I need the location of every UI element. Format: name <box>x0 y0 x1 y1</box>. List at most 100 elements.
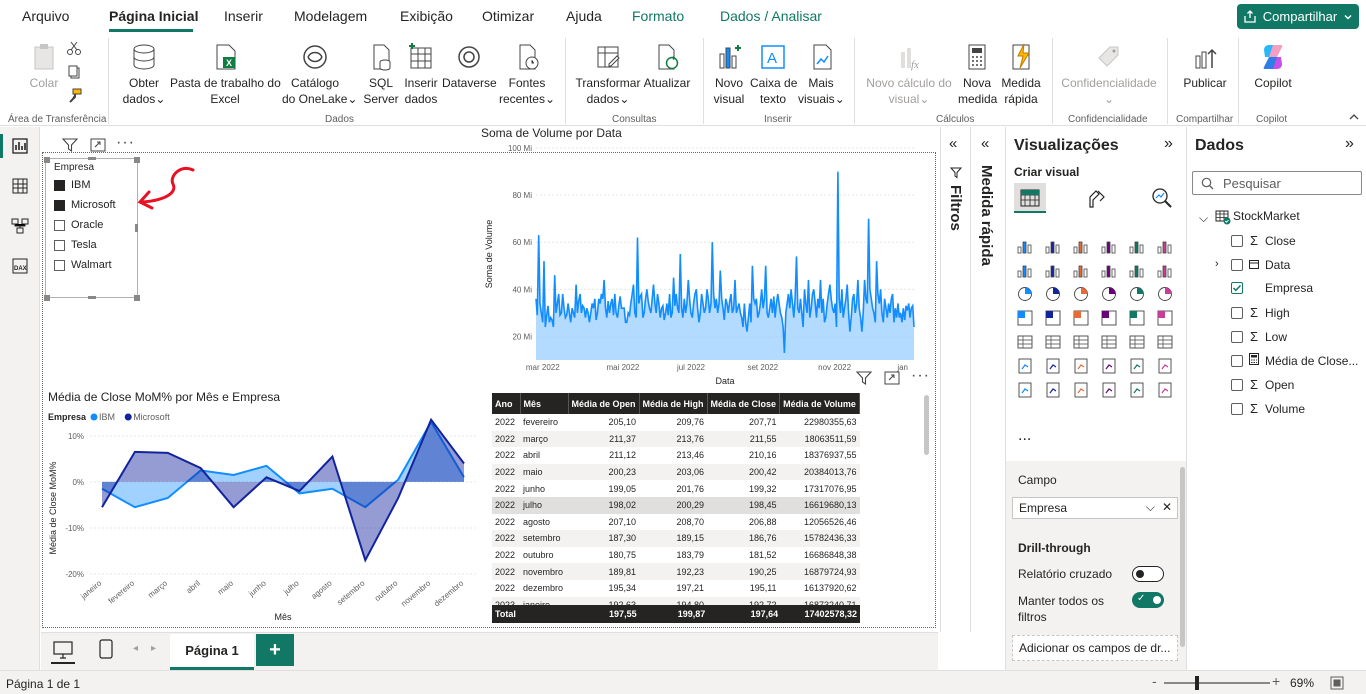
build-visual-tab[interactable] <box>1014 183 1046 213</box>
checkbox[interactable] <box>1231 282 1243 294</box>
column-header[interactable]: Média de Volume <box>779 393 860 414</box>
column-header[interactable]: Média de High <box>639 393 708 414</box>
copilot-button[interactable]: Copilot <box>1250 42 1296 91</box>
field-média-de-close[interactable]: Média de Close... <box>1231 353 1358 368</box>
resize-handle[interactable] <box>134 295 140 301</box>
quick-measure-pane-collapsed[interactable]: « Medida rápida <box>970 127 1005 632</box>
donut-icon[interactable] <box>1156 285 1174 303</box>
more-visuals-button[interactable]: Mais visuais⌄ <box>798 42 845 107</box>
card-icon[interactable] <box>1156 309 1174 327</box>
new-measure-button[interactable]: Nova medida <box>958 42 997 107</box>
excel-workbook-button[interactable]: X Pasta de trabalho do Excel <box>170 42 281 107</box>
paste-button[interactable]: Colar <box>28 42 60 91</box>
table-row[interactable]: 2022 fevereiro 205,10 209,76 207,71 22980355,… <box>492 414 860 431</box>
table-row[interactable]: 2022 maio 200,23 203,06 200,42 20384013,76 <box>492 463 860 481</box>
expand-quick-measure-icon[interactable]: « <box>981 135 989 152</box>
refresh-button[interactable]: Atualizar <box>642 42 692 91</box>
chevron-down-icon[interactable]: ⌵ <box>1146 500 1155 515</box>
filter-icon[interactable] <box>856 371 872 385</box>
slicer-item-walmart[interactable]: Walmart <box>54 259 112 271</box>
resize-handle[interactable] <box>135 224 138 232</box>
stacked-bar-icon[interactable] <box>1016 237 1034 255</box>
column-header[interactable]: Média de Close <box>707 393 781 414</box>
sensitivity-button[interactable]: Confidencialidade ⌄ <box>1060 42 1158 107</box>
format-visual-icon[interactable] <box>1086 187 1108 209</box>
mom-area-chart[interactable]: Empresa IBM Microsoft 10% 0% -10% -20%janeiro f… <box>44 406 484 628</box>
slicer-item-microsoft[interactable]: Microsoft <box>54 199 116 211</box>
zoom-slider-thumb[interactable] <box>1195 676 1199 690</box>
more-options-icon[interactable]: ··· <box>116 134 135 152</box>
new-visual-button[interactable]: Novo visual <box>710 42 748 107</box>
metrics-icon[interactable] <box>1100 381 1118 399</box>
field-low[interactable]: Σ Low <box>1231 329 1287 344</box>
resize-handle[interactable] <box>88 296 96 299</box>
add-drillthrough-fields[interactable]: Adicionar os campos de dr... <box>1012 635 1178 661</box>
add-page-button[interactable]: + <box>256 634 294 666</box>
table-row[interactable]: 2022 junho 199,05 201,76 199,32 17317076,95 <box>492 480 860 497</box>
funnel-icon[interactable] <box>1072 285 1090 303</box>
qa-icon[interactable] <box>1100 357 1118 375</box>
menu-otimizar[interactable]: Otimizar <box>482 8 534 24</box>
legend-entry[interactable]: IBM <box>99 412 115 422</box>
column-header[interactable]: Mês <box>520 393 569 414</box>
publish-button[interactable]: Publicar <box>1180 42 1230 91</box>
filled-map-icon[interactable] <box>1072 309 1090 327</box>
table-name-stockmarket[interactable]: StockMarket <box>1233 209 1300 223</box>
zoom-out-icon[interactable]: - <box>1152 673 1157 689</box>
slicer-icon[interactable] <box>1072 333 1090 351</box>
stacked-area-icon[interactable] <box>1072 261 1090 279</box>
checkbox[interactable] <box>54 219 65 231</box>
power-automate-icon[interactable] <box>1072 381 1090 399</box>
more-options-icon[interactable]: ··· <box>911 367 930 385</box>
quick-measure-button[interactable]: Medida rápida <box>1000 42 1042 107</box>
table-row[interactable]: 2022 julho 198,02 200,29 198,45 16619680,13 <box>492 496 860 514</box>
field-close[interactable]: Σ Close <box>1231 233 1296 248</box>
checkbox[interactable] <box>54 259 65 271</box>
table-row[interactable]: 2022 outubro 180,75 183,79 181,52 16686848,38 <box>492 547 860 564</box>
menu-ajuda[interactable]: Ajuda <box>566 8 602 24</box>
line-column-icon[interactable] <box>1128 261 1146 279</box>
zoom-slider[interactable] <box>1164 682 1270 684</box>
collapse-visualizations-icon[interactable]: » <box>1164 135 1173 153</box>
stacked-column-icon[interactable] <box>1044 237 1062 255</box>
100-stacked-bar-icon[interactable] <box>1128 237 1146 255</box>
field-high[interactable]: Σ High <box>1231 305 1290 320</box>
checkbox[interactable] <box>54 199 65 211</box>
checkbox[interactable] <box>54 239 65 251</box>
menu-dados-analisar[interactable]: Dados / Analisar <box>720 8 822 24</box>
column-header[interactable]: Ano <box>492 393 521 414</box>
recent-sources-button[interactable]: Fontes recentes⌄ <box>498 42 556 107</box>
resize-handle[interactable] <box>88 157 96 160</box>
matrix-icon[interactable] <box>1128 333 1146 351</box>
legend-entry[interactable]: Microsoft <box>133 412 170 422</box>
analytics-icon[interactable] <box>1150 187 1174 209</box>
dataverse-button[interactable]: Dataverse <box>442 42 497 91</box>
expand-filters-icon[interactable]: « <box>949 135 957 152</box>
focus-mode-icon[interactable] <box>884 371 900 385</box>
table-icon[interactable] <box>1100 333 1118 351</box>
checkbox[interactable] <box>1231 258 1243 271</box>
resize-handle[interactable] <box>44 295 50 301</box>
pie-icon[interactable] <box>1128 285 1146 303</box>
slicer-empresa[interactable]: Empresa IBM Microsoft Oracle Tesla Walma… <box>44 157 140 301</box>
table-row[interactable]: 2022 dezembro 195,34 197,21 195,11 16137920,6… <box>492 580 860 597</box>
trophy-icon[interactable] <box>1156 357 1174 375</box>
filters-pane-collapsed[interactable]: « Filtros <box>940 127 970 632</box>
transform-data-button[interactable]: Transformar dados⌄ <box>574 42 642 107</box>
line-icon[interactable] <box>1016 261 1034 279</box>
waterfall-icon[interactable] <box>1044 285 1062 303</box>
next-page-icon[interactable]: ▸ <box>151 643 156 654</box>
r-script-icon[interactable] <box>1156 333 1174 351</box>
map-icon[interactable] <box>1044 309 1062 327</box>
table-row[interactable]: 2022 agosto 207,10 208,70 206,88 12056526,46 <box>492 514 860 531</box>
power-apps-icon[interactable] <box>1044 381 1062 399</box>
page-tab-1[interactable]: Página 1 <box>170 634 254 670</box>
slicer-item-ibm[interactable]: IBM <box>54 179 91 191</box>
key-influencers-icon[interactable] <box>1044 357 1062 375</box>
table-view-icon[interactable] <box>11 177 29 195</box>
checkbox[interactable] <box>1231 234 1243 247</box>
table-row[interactable]: 2022 setembro 187,30 189,15 186,76 15782436,3… <box>492 530 860 547</box>
enter-data-button[interactable]: Inserir dados <box>402 42 440 107</box>
field-empresa[interactable]: Empresa <box>1231 281 1313 295</box>
keep-filters-toggle[interactable]: ✓ <box>1132 592 1164 608</box>
